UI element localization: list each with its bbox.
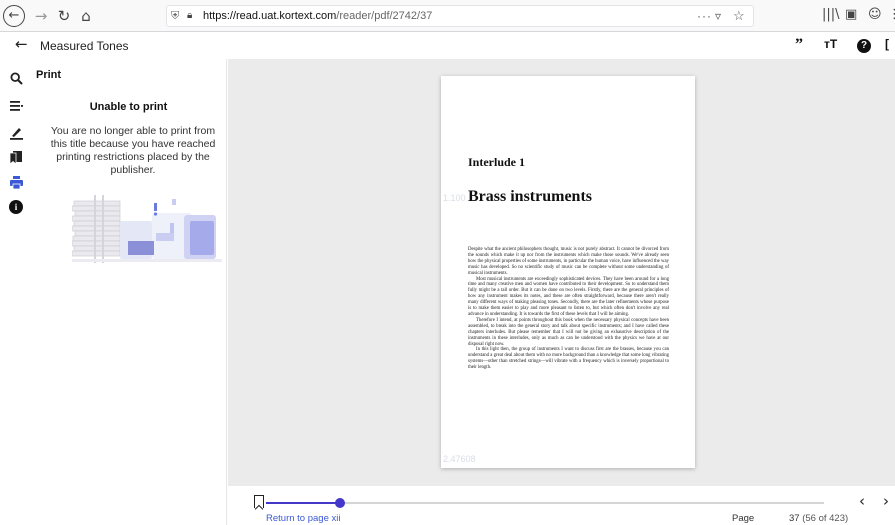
- address-bar[interactable]: ⛨ 🔒︎ https://read.uat.kortext.com/reader…: [166, 5, 754, 27]
- reader-header: ← Measured Tones ” тT ? [: [0, 33, 895, 59]
- page-number[interactable]: 37 (56 of 423): [789, 513, 848, 524]
- page-actions-icon[interactable]: ···: [697, 6, 712, 26]
- bookmark-star-icon[interactable]: ☆: [733, 6, 745, 26]
- reader-footer: Return to page xii Page 37 (56 of 423) ‹…: [228, 486, 895, 525]
- next-page-button[interactable]: ›: [883, 492, 889, 510]
- home-button[interactable]: ⌂: [76, 6, 96, 26]
- page-slider[interactable]: [266, 498, 824, 508]
- printer-illustration: [72, 195, 222, 263]
- help-icon[interactable]: ?: [857, 39, 871, 53]
- paragraph: Therefore I intend, at points throughout…: [468, 317, 669, 347]
- slider-progress: [266, 502, 340, 504]
- browser-back-button[interactable]: ←: [3, 5, 25, 27]
- pocket-icon[interactable]: ▿: [715, 6, 721, 26]
- print-error-message: You are no longer able to print from thi…: [50, 125, 216, 176]
- chapter-title: Brass instruments: [468, 188, 593, 205]
- slider-handle[interactable]: [334, 498, 345, 508]
- paragraph: Most musical instruments are exceedingly…: [468, 276, 669, 317]
- quote-icon[interactable]: ”: [795, 36, 803, 54]
- previous-page-button[interactable]: ‹: [859, 492, 865, 510]
- library-icon[interactable]: |||\: [822, 7, 840, 22]
- overlay-label: 1.100: [443, 193, 466, 203]
- interlude-label: Interlude 1: [468, 155, 525, 169]
- page-body-text: Despite what the ancient philosophers th…: [468, 247, 669, 371]
- page-label: Page: [732, 513, 755, 524]
- book-page: 1.100 Interlude 1 Brass instruments Desp…: [441, 76, 695, 468]
- sidebar-toggle-icon[interactable]: ▣: [845, 7, 857, 22]
- panel-title: Print: [36, 69, 62, 81]
- return-to-page-link[interactable]: Return to page xii: [266, 513, 340, 524]
- browser-forward-button[interactable]: →: [31, 6, 51, 26]
- print-error-heading: Unable to print: [89, 101, 168, 113]
- tracking-shield-icon[interactable]: ⛨: [171, 6, 179, 26]
- tool-rail: i: [0, 59, 30, 525]
- browser-toolbar: ← → ↻ ⌂ ⛨ 🔒︎ https://read.uat.kortext.co…: [0, 0, 895, 32]
- reload-button[interactable]: ↻: [54, 6, 74, 26]
- overlay-label: 2.47608: [443, 454, 476, 464]
- print-icon[interactable]: [9, 176, 23, 190]
- reader-canvas[interactable]: 1.100 Interlude 1 Brass instruments Desp…: [228, 59, 895, 486]
- info-icon[interactable]: i: [9, 200, 23, 214]
- back-arrow-icon[interactable]: ←: [15, 35, 28, 53]
- bookmarks-icon[interactable]: [9, 151, 23, 165]
- print-panel: Print Unable to print You are no longer …: [30, 59, 227, 525]
- highlight-icon[interactable]: [9, 126, 23, 140]
- search-icon[interactable]: [9, 72, 23, 86]
- paragraph: In this light then, the group of instrum…: [468, 347, 669, 371]
- url-text[interactable]: https://read.uat.kortext.com/reader/pdf/…: [203, 6, 432, 26]
- contents-icon[interactable]: [9, 100, 23, 114]
- menu-icon[interactable]: ⋮: [888, 7, 895, 22]
- lock-icon[interactable]: 🔒︎: [187, 6, 192, 26]
- text-size-icon[interactable]: тT: [824, 37, 837, 51]
- paragraph: Despite what the ancient philosophers th…: [468, 247, 669, 276]
- fullscreen-icon[interactable]: [: [885, 37, 889, 51]
- account-icon[interactable]: ☺: [868, 7, 882, 22]
- bookmark-icon[interactable]: [254, 495, 264, 508]
- book-title: Measured Tones: [40, 39, 129, 53]
